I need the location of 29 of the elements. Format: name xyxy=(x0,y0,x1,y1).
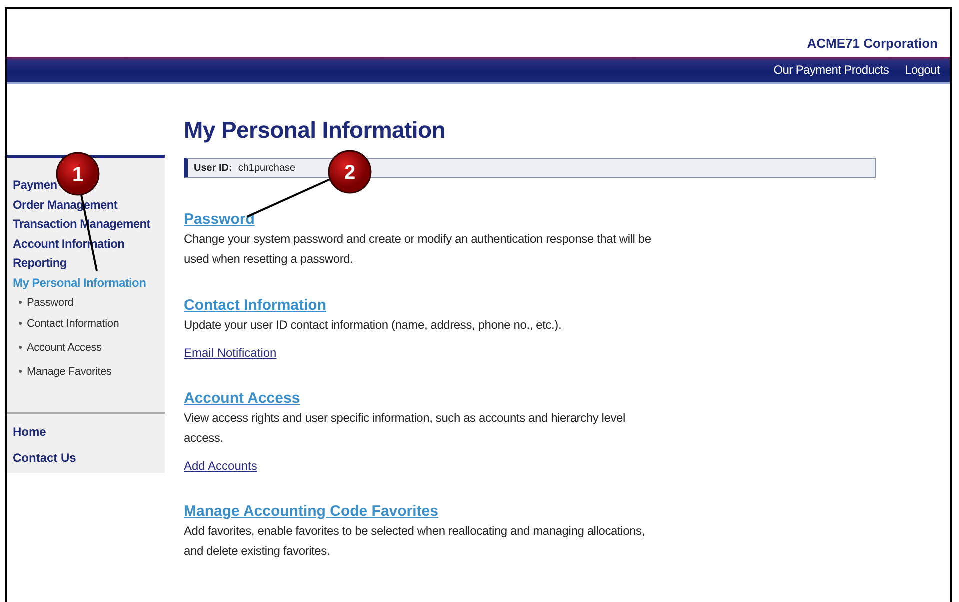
bullet-icon xyxy=(19,301,22,304)
section-description: Change your system password and create or modify an authentication response that will be used when resetting a password. xyxy=(184,231,652,268)
bullet-icon xyxy=(19,346,22,350)
bullet-icon xyxy=(19,322,22,326)
user-id-label: User ID: xyxy=(194,162,232,174)
bullet-icon xyxy=(19,370,22,374)
company-name: ACME71 Corporation xyxy=(807,36,938,51)
user-id-value: ch1purchase xyxy=(238,162,296,174)
sidebar-subitem[interactable]: Contact Information xyxy=(13,312,165,336)
header-link[interactable]: Logout xyxy=(905,62,940,76)
header-link[interactable]: Our Payment Products xyxy=(774,62,890,76)
section-description: Update your user ID contact information (name, address, phone no., etc.). xyxy=(184,317,563,334)
callout-marker: 2 xyxy=(328,150,372,194)
sidebar-link[interactable]: Home xyxy=(13,424,165,440)
sidebar-link[interactable]: Contact Us xyxy=(13,450,165,466)
section-description: View access rights and user specific information, such as accounts and hierarchy level access. xyxy=(184,410,626,447)
section-heading-link[interactable]: Manage Accounting Code Favorites xyxy=(184,503,438,521)
section-heading-link[interactable]: Contact Information xyxy=(184,297,326,315)
section-heading-link[interactable]: Password xyxy=(184,211,255,229)
callout-marker: 1 xyxy=(56,152,100,196)
section-heading-link[interactable]: Account Access xyxy=(184,390,300,408)
sidebar-subitem[interactable]: Password xyxy=(13,294,165,312)
sidebar-subitem[interactable]: Account Access xyxy=(13,336,165,360)
section-link[interactable]: Add Accounts xyxy=(184,458,258,474)
sidebar-item[interactable]: Reporting xyxy=(13,254,165,274)
section-link[interactable]: Email Notification xyxy=(184,345,277,361)
section-description: Add favorites, enable favorites to be selected when reallocating and managing allocations, and delete existing favorites. xyxy=(184,523,646,560)
sidebar-subitem[interactable]: Manage Favorites xyxy=(13,360,165,384)
page-title: My Personal Information xyxy=(184,116,446,145)
